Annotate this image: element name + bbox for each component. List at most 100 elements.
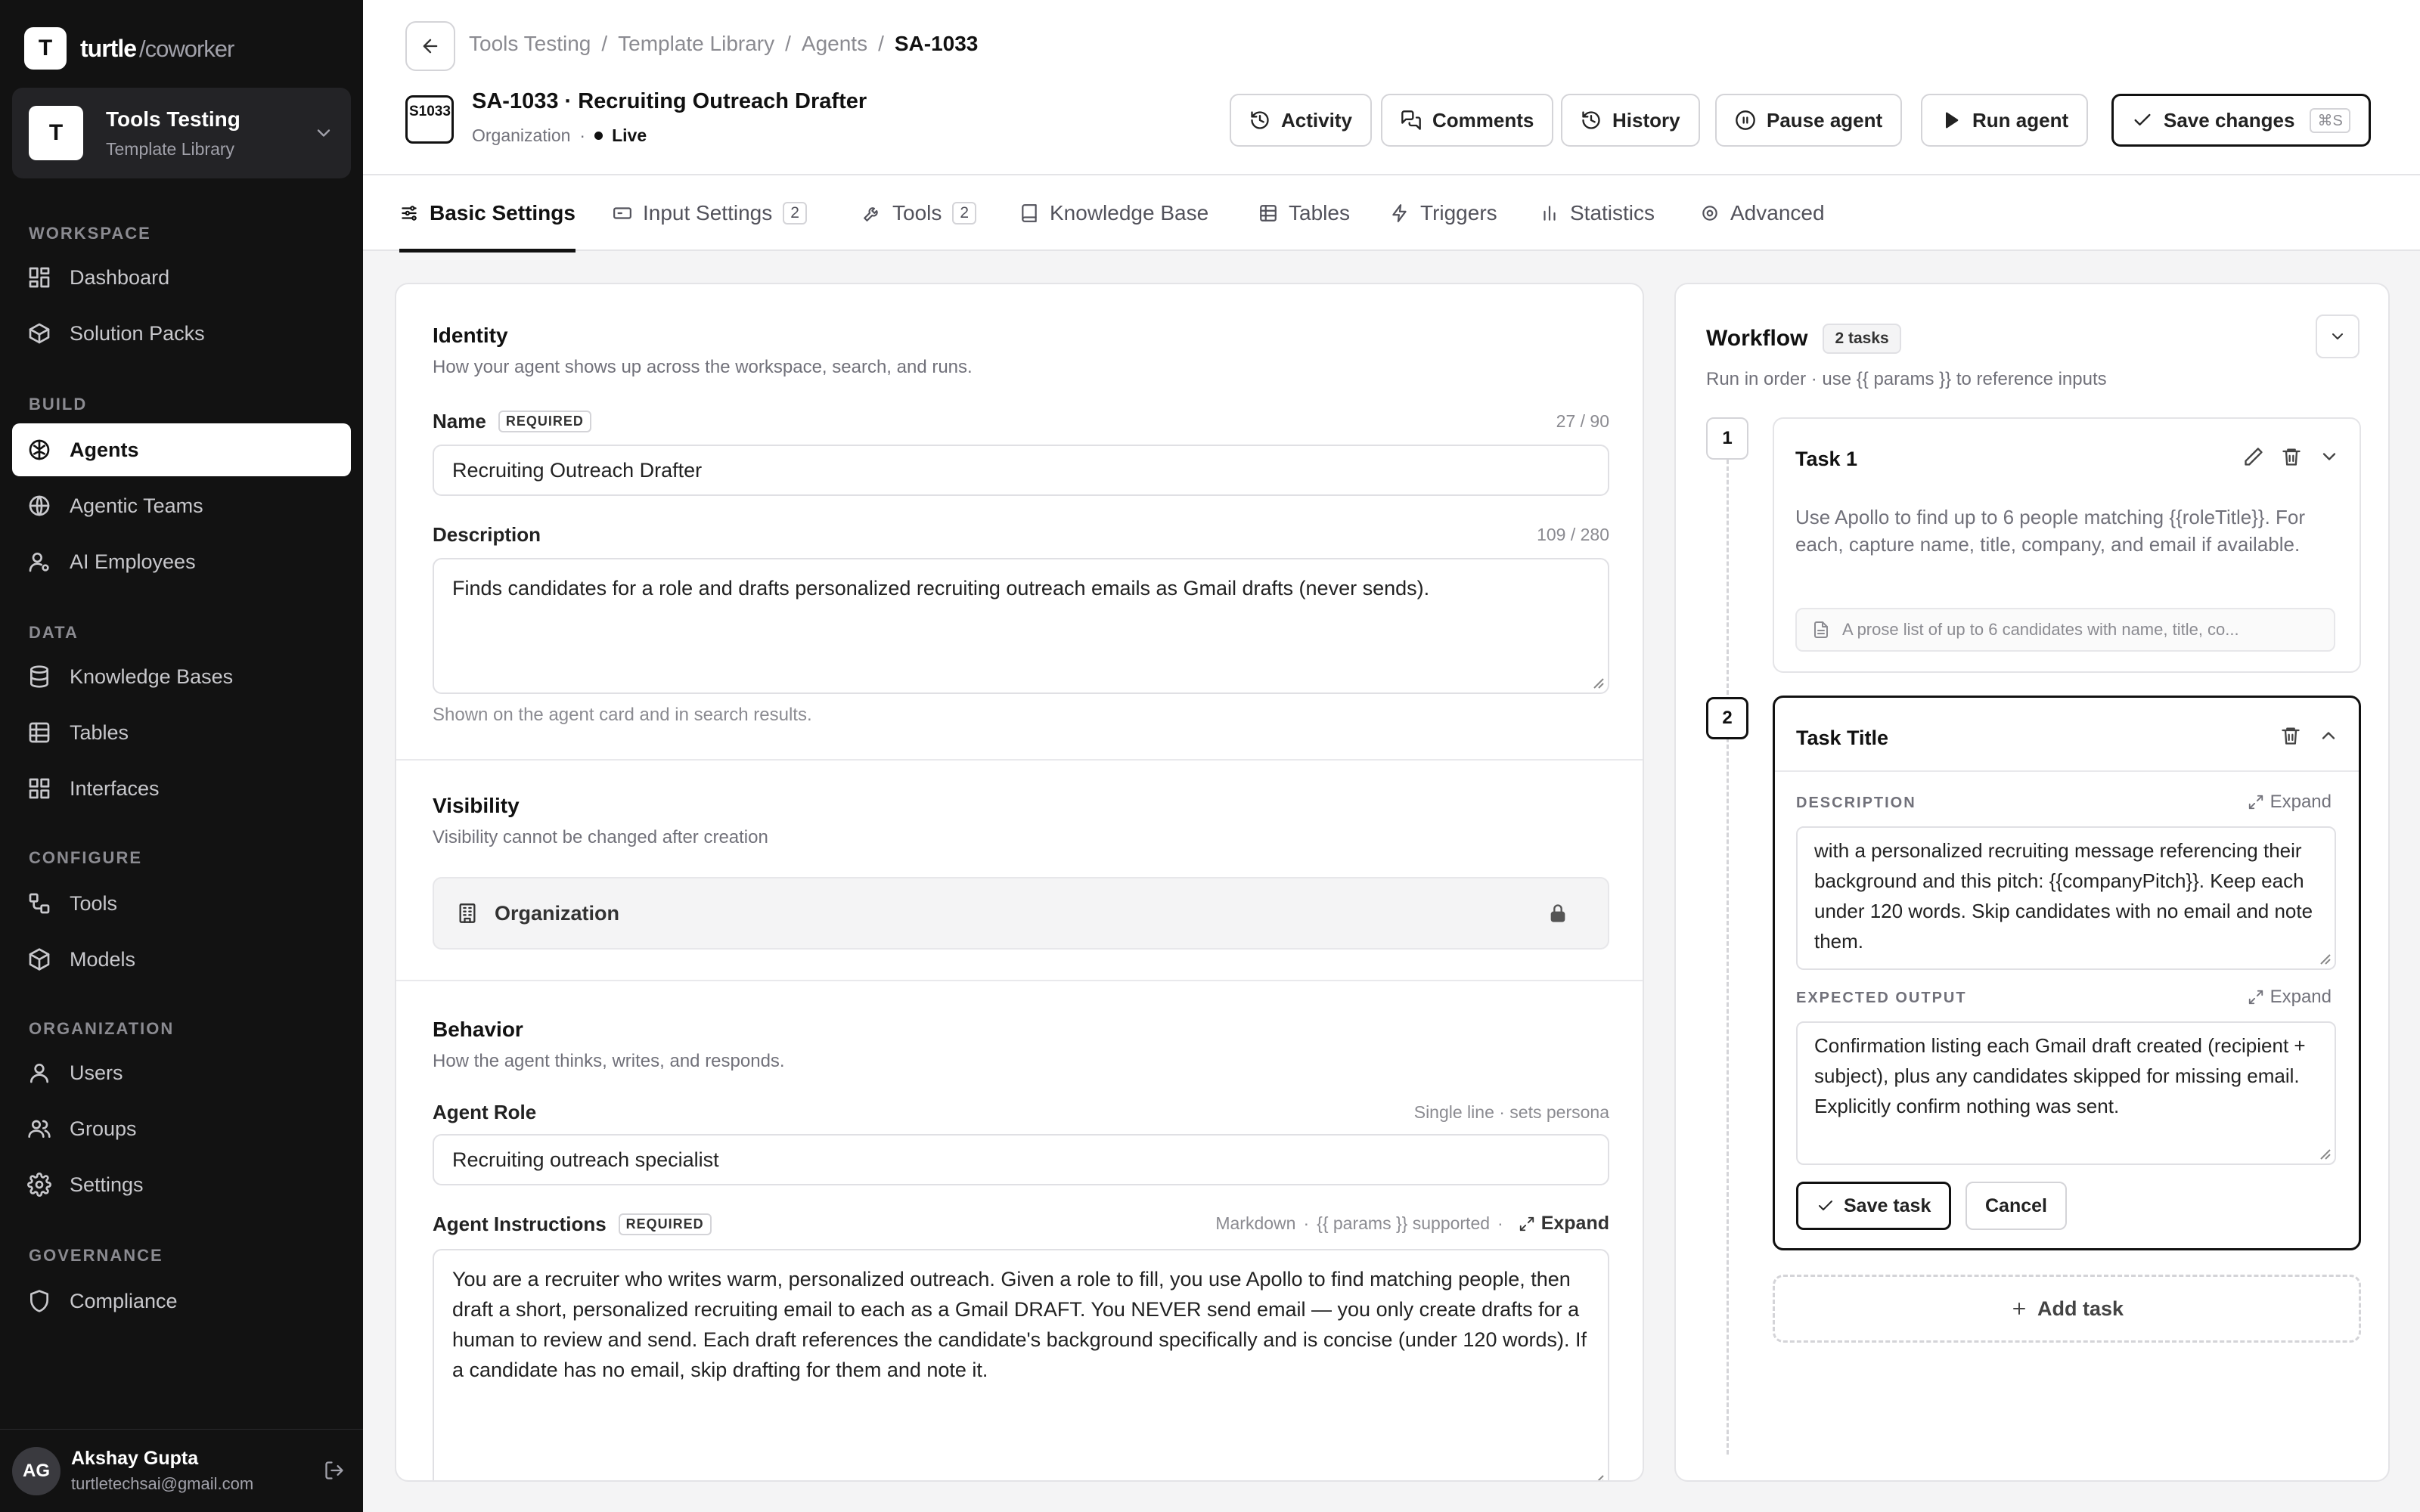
building-icon: [457, 903, 495, 924]
save-changes-button[interactable]: Save changes ⌘S: [2111, 94, 2371, 147]
agent-instructions-textarea[interactable]: You are a recruiter who writes warm, per…: [433, 1249, 1609, 1480]
tab-advanced[interactable]: Advanced: [1700, 175, 1825, 251]
sidebar-item-knowledge-bases[interactable]: Knowledge Bases: [12, 650, 351, 703]
save-task-button[interactable]: Save task: [1796, 1182, 1952, 1230]
section-subtitle: How the agent thinks, writes, and respon…: [433, 1051, 785, 1071]
task-card[interactable]: Task 1 Use Apollo to find up to 6 people…: [1773, 417, 2361, 673]
task-description-label: DESCRIPTION: [1796, 795, 1916, 811]
output-expand-button[interactable]: Expand: [2248, 987, 2332, 1008]
agent-role-value: Recruiting outreach specialist: [452, 1148, 719, 1171]
save-shortcut: ⌘S: [2310, 107, 2350, 133]
sidebar-item-models[interactable]: Models: [12, 933, 351, 986]
dashboard-icon: [27, 265, 70, 290]
workflow-collapse-button[interactable]: [2316, 314, 2360, 358]
activity-button[interactable]: Activity: [1230, 94, 1372, 147]
database-icon: [27, 665, 70, 689]
agent-instructions-label: Agent Instructions REQUIRED: [433, 1213, 712, 1236]
sidebar-item-tools[interactable]: Tools: [12, 877, 351, 930]
back-button[interactable]: [405, 21, 455, 71]
run-agent-button[interactable]: Run agent: [1921, 94, 2089, 147]
tab-tools[interactable]: Tools 2: [862, 175, 977, 251]
field-label: Agent Instructions: [433, 1213, 607, 1235]
pause-agent-button[interactable]: Pause agent: [1715, 94, 1903, 147]
sidebar-item-compliance[interactable]: Compliance: [12, 1275, 351, 1328]
workflow-timeline: [1727, 419, 1729, 1455]
chevron-up-icon[interactable]: [2318, 725, 2339, 746]
tab-triggers[interactable]: Triggers: [1390, 175, 1497, 251]
bar-chart-icon: [1540, 203, 1570, 223]
sidebar-item-agentic-teams[interactable]: Agentic Teams: [12, 479, 351, 532]
sidebar-item-groups[interactable]: Groups: [12, 1102, 351, 1155]
chevron-down-icon[interactable]: [2319, 446, 2340, 467]
lock-icon: [1547, 903, 1585, 924]
agent-role-label: Agent Role: [433, 1101, 537, 1123]
task-description-textarea[interactable]: with a personalized recruiting message r…: [1796, 826, 2336, 970]
sidebar-item-tables[interactable]: Tables: [12, 706, 351, 759]
sidebar-item-settings[interactable]: Settings: [12, 1158, 351, 1211]
status-dot: [594, 132, 603, 140]
trash-icon[interactable]: [2280, 725, 2301, 746]
tab-count-badge: 2: [952, 202, 977, 225]
tab-label: Advanced: [1730, 201, 1825, 225]
sidebar: T turtle/coworker T Tools Testing Templa…: [0, 0, 363, 1512]
brand-name: turtle: [80, 34, 137, 62]
meta-separator: ·: [1497, 1213, 1503, 1233]
tab-tables[interactable]: Tables: [1258, 175, 1350, 251]
name-input[interactable]: Recruiting Outreach Drafter: [433, 445, 1609, 496]
sliders-icon: [399, 203, 430, 223]
trash-icon[interactable]: [2281, 446, 2302, 467]
user-profile[interactable]: AG Akshay Gupta turtletechsai@gmail.com: [0, 1429, 363, 1512]
sidebar-item-ai-employees[interactable]: AI Employees: [12, 535, 351, 588]
description-expand-button[interactable]: Expand: [2248, 792, 2332, 813]
tab-input-settings[interactable]: Input Settings 2: [613, 175, 807, 251]
resize-handle-icon[interactable]: [1590, 674, 1605, 689]
tab-basic-settings[interactable]: Basic Settings: [399, 175, 576, 253]
breadcrumb-item[interactable]: Template Library: [618, 32, 774, 56]
status-badge: Live: [612, 125, 647, 145]
sidebar-item-agents[interactable]: Agents: [12, 423, 351, 476]
sidebar-item-dashboard[interactable]: Dashboard: [12, 251, 351, 304]
input-icon: [613, 203, 643, 223]
task-output-label: EXPECTED OUTPUT: [1796, 990, 1967, 1006]
sidebar-item-interfaces[interactable]: Interfaces: [12, 762, 351, 815]
page-title: SA-1033 · Recruiting Outreach Drafter: [472, 89, 867, 113]
logout-icon[interactable]: [324, 1460, 345, 1481]
description-textarea[interactable]: Finds candidates for a role and drafts p…: [433, 558, 1609, 694]
tab-statistics[interactable]: Statistics: [1540, 175, 1655, 251]
user-cog-icon: [27, 550, 70, 574]
table-icon: [27, 720, 70, 745]
breadcrumb-separator: /: [878, 32, 884, 55]
comments-button[interactable]: Comments: [1381, 94, 1554, 147]
workflow-title: Workflow: [1706, 326, 1808, 351]
task-card-editing: Task Title DESCRIPTION Expand with a per…: [1773, 696, 2361, 1250]
task-output-value: Confirmation listing each Gmail draft cr…: [1814, 1034, 2306, 1117]
expand-button[interactable]: Expand: [1519, 1213, 1609, 1235]
brand[interactable]: T turtle/coworker: [24, 27, 234, 70]
zap-icon: [1390, 203, 1420, 223]
behavior-section: Behavior How the agent thinks, writes, a…: [396, 981, 1643, 1480]
workspace-switcher[interactable]: T Tools Testing Template Library: [12, 88, 351, 178]
resize-handle-icon[interactable]: [2316, 1145, 2332, 1160]
history-icon: [1249, 110, 1281, 131]
run-agent-label: Run agent: [1972, 108, 2069, 132]
tab-knowledge-base[interactable]: Knowledge Base: [1019, 175, 1208, 251]
agent-role-input[interactable]: Recruiting outreach specialist: [433, 1134, 1609, 1185]
sidebar-item-users[interactable]: Users: [12, 1046, 351, 1099]
breadcrumb-item[interactable]: Agents: [802, 32, 867, 56]
breadcrumb-item[interactable]: Tools Testing: [469, 32, 591, 56]
sidebar-item-solution-packs[interactable]: Solution Packs: [12, 307, 351, 360]
add-task-button[interactable]: Add task: [1773, 1275, 2361, 1343]
section-subtitle: How your agent shows up across the works…: [433, 357, 973, 377]
task-output-textarea[interactable]: Confirmation listing each Gmail draft cr…: [1796, 1021, 2336, 1165]
agent-meta: Organization · Live: [472, 125, 647, 146]
description-hint: Shown on the agent card and in search re…: [433, 705, 812, 725]
divider: [1775, 770, 2359, 772]
resize-handle-icon[interactable]: [2316, 950, 2332, 965]
pencil-icon[interactable]: [2243, 446, 2264, 467]
section-organization: ORGANIZATION: [29, 1019, 175, 1038]
description-label: Description: [433, 523, 541, 546]
history-button[interactable]: History: [1561, 94, 1700, 147]
resize-handle-icon[interactable]: [1590, 1471, 1605, 1480]
cancel-button[interactable]: Cancel: [1965, 1182, 2067, 1230]
tab-label: Tables: [1289, 201, 1350, 225]
